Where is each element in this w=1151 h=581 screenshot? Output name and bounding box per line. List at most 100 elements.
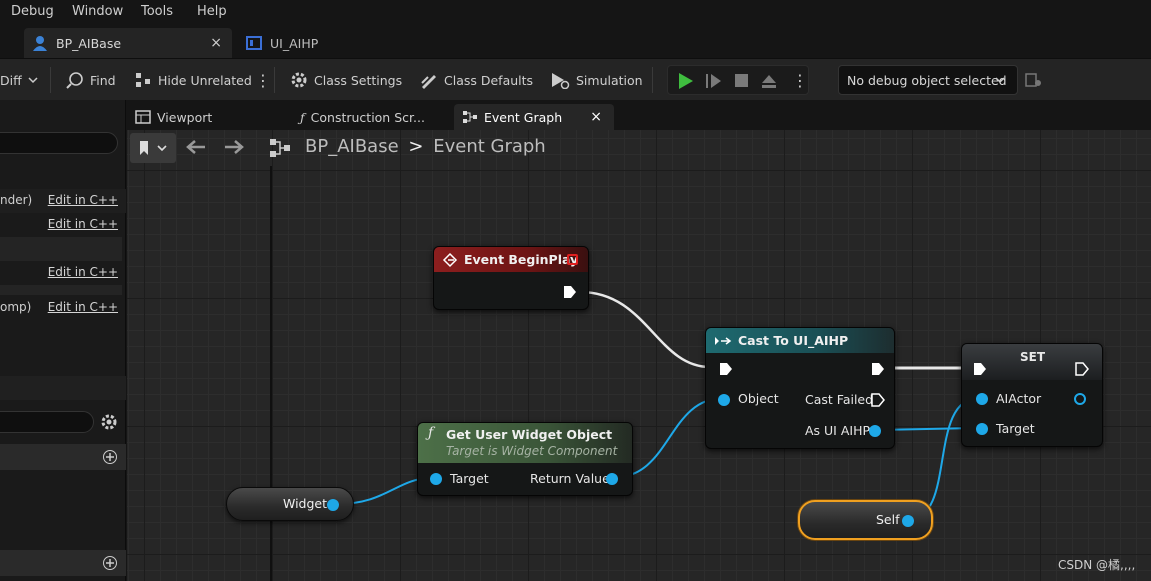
widget-pin[interactable] [327, 499, 339, 511]
target-pin[interactable] [430, 473, 442, 485]
event-beginplay-node[interactable]: Event BeginPlay [433, 246, 589, 310]
play-icon [679, 73, 693, 89]
menu-debug[interactable]: Debug [11, 4, 54, 19]
category-header[interactable] [0, 237, 122, 261]
exec-in-pin[interactable] [972, 361, 988, 377]
tab-viewport[interactable]: Viewport [127, 104, 287, 130]
hide-unrelated-label: Hide Unrelated [158, 72, 252, 88]
more-options-icon[interactable]: ⋮ [255, 59, 271, 101]
list-item[interactable]: omp) Edit in C++ [0, 296, 126, 320]
object-pin[interactable] [718, 394, 730, 406]
hide-unrelated-button[interactable]: Hide Unrelated [134, 59, 252, 101]
exec-in-pin[interactable] [718, 361, 734, 377]
separator [652, 67, 653, 93]
close-icon[interactable]: × [590, 109, 602, 125]
edit-in-cpp-link[interactable]: Edit in C++ [48, 265, 118, 279]
get-user-widget-object-node[interactable]: ƒ Get User Widget Object Target is Widge… [417, 422, 633, 496]
menu-help[interactable]: Help [197, 4, 227, 19]
find-button[interactable]: Find [66, 59, 116, 101]
exec-out-pin[interactable] [1074, 361, 1090, 377]
target-label: Target [996, 421, 1035, 436]
target-pin[interactable] [976, 423, 988, 435]
divider [0, 285, 122, 295]
node-title: Cast To UI_AIHP [738, 333, 849, 348]
class-defaults-button[interactable]: Class Defaults [420, 59, 533, 101]
aiactor-pin[interactable] [976, 393, 988, 405]
cast-icon [715, 336, 732, 345]
edit-in-cpp-link[interactable]: Edit in C++ [48, 217, 118, 231]
simulation-label: Simulation [576, 72, 643, 88]
tab-construction-script[interactable]: ƒ Construction Scr... [292, 104, 452, 130]
details-search-input[interactable] [0, 411, 94, 433]
widget-variable-node[interactable]: Widget [226, 487, 354, 521]
graph-tab-bar: Viewport ƒ Construction Scr... Event Gra… [127, 100, 1151, 130]
debug-object-select[interactable]: No debug object selected [838, 65, 1018, 95]
tab-event-graph[interactable]: Event Graph × [454, 104, 614, 130]
self-pin[interactable] [902, 515, 914, 527]
menu-window[interactable]: Window [72, 4, 123, 19]
as-ui-aihp-pin[interactable] [869, 425, 881, 437]
object-pin-label: Object [738, 391, 779, 406]
set-node[interactable]: SET AIActor Target [961, 343, 1103, 447]
exec-out-pin[interactable] [870, 361, 886, 377]
left-panel: nder) Edit in C++ Edit in C++ Edit in C+… [0, 100, 126, 581]
node-header: Event BeginPlay [434, 247, 588, 272]
event-graph-icon [463, 111, 477, 123]
document-tab-bar: BP_AIBase × UI_AIHP [0, 24, 1151, 58]
menu-bar: Debug Window Tools Help [0, 0, 1151, 24]
cast-node[interactable]: Cast To UI_AIHP Object Cast Failed As UI… [705, 327, 895, 449]
stop-icon [735, 74, 748, 87]
tab-label: Event Graph [484, 109, 563, 125]
menu-tools[interactable]: Tools [141, 4, 173, 19]
class-defaults-icon [421, 75, 436, 89]
simulation-icon [552, 73, 570, 89]
close-icon[interactable]: × [210, 35, 222, 51]
event-graph-canvas[interactable]: BP_AIBase > Event Graph Event BeginPlay … [127, 130, 1151, 581]
edit-in-cpp-link[interactable]: Edit in C++ [48, 193, 118, 207]
self-node[interactable]: Self [798, 500, 933, 540]
play-options-icon[interactable]: ⋮ [792, 59, 808, 101]
search-input[interactable] [0, 132, 118, 154]
add-icon[interactable] [102, 555, 118, 571]
category-header[interactable] [0, 550, 126, 576]
function-icon: ƒ [428, 425, 434, 441]
tab-ui-aihp[interactable]: UI_AIHP [240, 28, 360, 58]
gear-icon [291, 72, 307, 88]
edit-in-cpp-link[interactable]: Edit in C++ [48, 300, 118, 314]
step-icon [711, 74, 721, 88]
debug-filter-icon[interactable] [1025, 71, 1043, 89]
debug-object-label: No debug object selected [847, 72, 1007, 88]
chevron-down-icon [28, 77, 38, 84]
category-header[interactable] [0, 444, 126, 470]
tab-bp-aibase[interactable]: BP_AIBase × [24, 28, 232, 58]
delegate-pin-icon[interactable] [567, 254, 578, 265]
aiactor-out-pin[interactable] [1074, 393, 1086, 405]
variable-label: Self [876, 512, 900, 527]
diff-button[interactable]: Diff [0, 59, 38, 101]
class-defaults-label: Class Defaults [444, 72, 534, 88]
list-item[interactable]: Edit in C++ [0, 213, 126, 237]
aiactor-label: AIActor [996, 391, 1042, 406]
viewport-icon [135, 110, 151, 124]
function-icon: ƒ [300, 109, 305, 125]
settings-gear-icon[interactable] [100, 413, 118, 431]
eject-icon [762, 75, 776, 83]
node-title: Get User Widget Object [446, 427, 613, 442]
exec-out-pin[interactable] [562, 284, 578, 300]
add-icon[interactable] [102, 449, 118, 465]
hide-unrelated-icon [136, 73, 150, 87]
return-value-pin[interactable] [606, 473, 618, 485]
class-settings-button[interactable]: Class Settings [290, 59, 402, 101]
return-value-label: Return Value [530, 471, 610, 486]
exec-wire-beginplay-cast [579, 290, 711, 369]
cast-failed-pin[interactable] [870, 392, 886, 408]
list-item[interactable]: nder) Edit in C++ [0, 189, 126, 213]
target-label: Target [450, 471, 489, 486]
blueprint-actor-icon [33, 36, 47, 51]
as-ui-aihp-label: As UI AIHP [805, 423, 871, 438]
tab-label: BP_AIBase [56, 35, 122, 51]
tab-label: Viewport [157, 109, 213, 125]
list-item[interactable]: Edit in C++ [0, 261, 126, 285]
chevron-down-icon [995, 77, 1005, 84]
simulation-button[interactable]: Simulation [550, 59, 643, 101]
